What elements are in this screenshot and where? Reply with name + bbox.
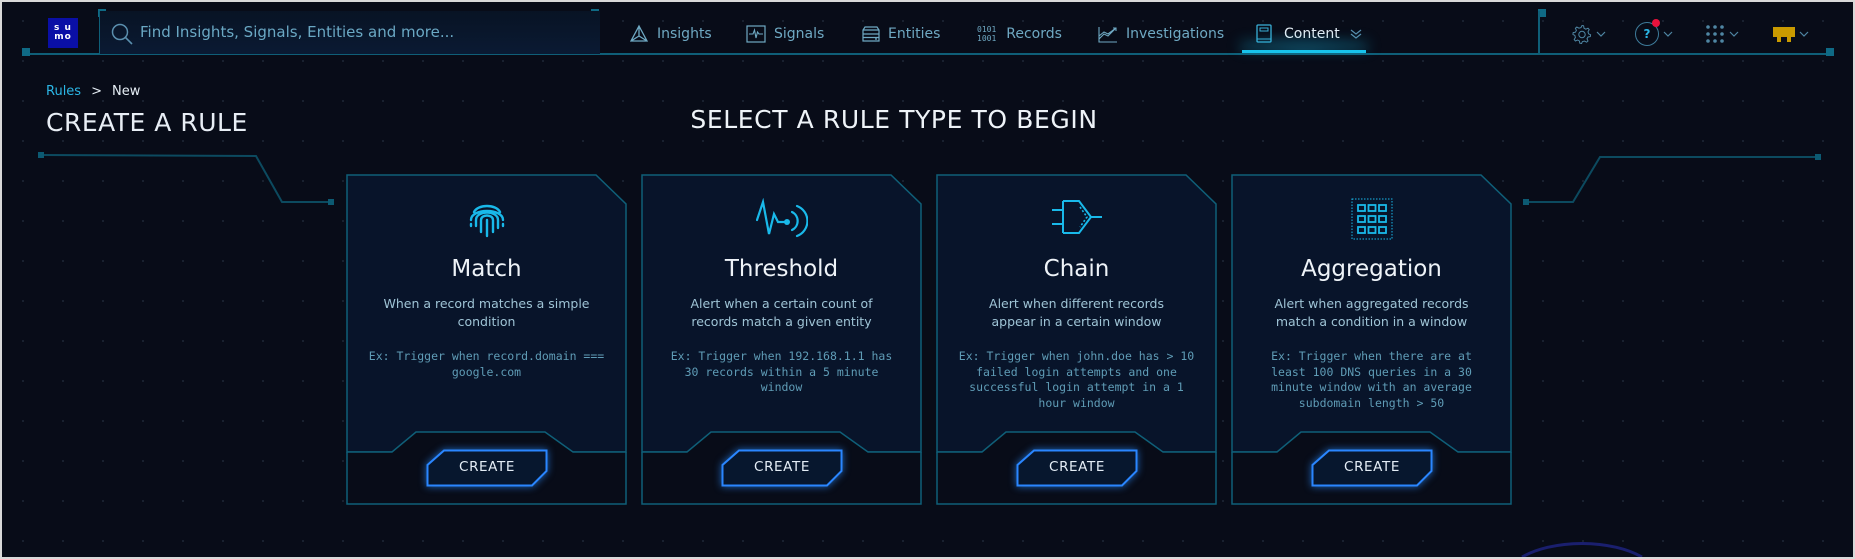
nav-content[interactable]: Content bbox=[1256, 14, 1362, 54]
global-search[interactable] bbox=[100, 11, 600, 54]
topbar-separator bbox=[1538, 11, 1540, 55]
notification-dot bbox=[1652, 19, 1660, 27]
topbar-corner-marker bbox=[22, 48, 30, 56]
nav-investigations[interactable]: Investigations bbox=[1098, 14, 1224, 54]
user-avatar-icon bbox=[1773, 27, 1795, 42]
create-button-label: CREATE bbox=[1049, 459, 1105, 475]
card-title: Threshold bbox=[724, 256, 839, 282]
chevron-down-icon bbox=[1799, 31, 1809, 37]
card-example: Ex: Trigger when john.doe has > 10 faile… bbox=[958, 349, 1195, 410]
nav-entities[interactable]: Entities bbox=[862, 14, 940, 54]
aggregation-grid-icon bbox=[1231, 198, 1512, 240]
card-example: Ex: Trigger when record.domain === googl… bbox=[368, 349, 605, 379]
card-description: Alert when different records appear in a… bbox=[989, 296, 1164, 329]
signals-icon bbox=[746, 25, 766, 43]
nav-records[interactable]: 0101 1001 Records bbox=[977, 14, 1062, 54]
create-button-label: CREATE bbox=[754, 459, 810, 475]
help-menu[interactable]: ? bbox=[1635, 19, 1673, 48]
card-title: Aggregation bbox=[1301, 256, 1442, 282]
records-icon: 0101 1001 bbox=[977, 25, 997, 43]
nav-label: Signals bbox=[774, 26, 825, 42]
card-description: When a record matches a simple condition bbox=[383, 296, 590, 329]
breadcrumb-current: New bbox=[111, 84, 141, 99]
card-description: Alert when a certain count of records ma… bbox=[690, 296, 873, 329]
create-match-rule-button[interactable]: CREATE bbox=[426, 449, 548, 487]
nav-signals[interactable]: Signals bbox=[746, 14, 824, 54]
breadcrumb: Rules > New bbox=[46, 84, 140, 99]
rule-type-card-match: Match When a record matches a simple con… bbox=[346, 174, 627, 505]
nav-insights[interactable]: Insights bbox=[629, 14, 712, 54]
logo-text-bottom: mo bbox=[54, 32, 72, 42]
chevron-down-icon bbox=[1729, 31, 1739, 37]
nav-label: Entities bbox=[888, 26, 941, 42]
card-title: Chain bbox=[1043, 256, 1110, 282]
active-nav-underline bbox=[1242, 50, 1366, 53]
card-description: Alert when aggregated records match a co… bbox=[1274, 296, 1469, 329]
gear-icon bbox=[1572, 24, 1592, 44]
apps-grid-icon bbox=[1706, 25, 1724, 43]
fingerprint-icon bbox=[346, 198, 627, 240]
chain-gate-icon bbox=[936, 198, 1217, 240]
section-title: SELECT A RULE TYPE TO BEGIN bbox=[690, 105, 1098, 134]
top-navigation-bar: s u mo Insights Signals bbox=[2, 2, 1853, 56]
nav-label: Records bbox=[1006, 26, 1062, 42]
rule-type-card-threshold: Threshold Alert when a certain count of … bbox=[641, 174, 922, 505]
card-title: Match bbox=[451, 256, 522, 282]
create-button-label: CREATE bbox=[459, 459, 515, 475]
settings-menu[interactable] bbox=[1572, 20, 1606, 48]
content-icon bbox=[1256, 24, 1272, 43]
chevron-down-icon bbox=[1596, 31, 1606, 37]
nav-label: Insights bbox=[657, 26, 712, 42]
sumo-logo[interactable]: s u mo bbox=[48, 18, 78, 48]
decorative-arc bbox=[1521, 541, 1643, 557]
create-threshold-rule-button[interactable]: CREATE bbox=[721, 449, 843, 487]
user-menu[interactable] bbox=[1773, 20, 1809, 48]
card-example: Ex: Trigger when 192.168.1.1 has 30 reco… bbox=[670, 349, 893, 394]
rule-type-card-aggregation: Aggregation Alert when aggregated record… bbox=[1231, 174, 1512, 505]
search-icon bbox=[111, 23, 133, 45]
card-example: Ex: Trigger when there are at least 100 … bbox=[1271, 349, 1472, 410]
entities-icon bbox=[862, 26, 880, 42]
create-aggregation-rule-button[interactable]: CREATE bbox=[1311, 449, 1433, 487]
rule-type-card-chain: Chain Alert when different records appea… bbox=[936, 174, 1217, 505]
insights-icon bbox=[629, 24, 649, 42]
breadcrumb-rules-link[interactable]: Rules bbox=[46, 84, 81, 99]
investigations-icon bbox=[1098, 27, 1117, 43]
double-chevron-down-icon bbox=[1350, 29, 1362, 39]
search-input[interactable] bbox=[140, 19, 580, 45]
threshold-pulse-icon bbox=[641, 198, 922, 240]
decorative-lines bbox=[38, 152, 1821, 557]
topbar-corner-marker bbox=[1826, 48, 1834, 56]
apps-menu[interactable] bbox=[1705, 20, 1739, 48]
page: s u mo Insights Signals bbox=[2, 2, 1853, 557]
nav-label: Investigations bbox=[1126, 26, 1225, 42]
nav-label: Content bbox=[1284, 26, 1340, 42]
create-button-label: CREATE bbox=[1344, 459, 1400, 475]
chevron-down-icon bbox=[1663, 31, 1673, 37]
breadcrumb-separator: > bbox=[91, 84, 102, 99]
create-chain-rule-button[interactable]: CREATE bbox=[1016, 449, 1138, 487]
